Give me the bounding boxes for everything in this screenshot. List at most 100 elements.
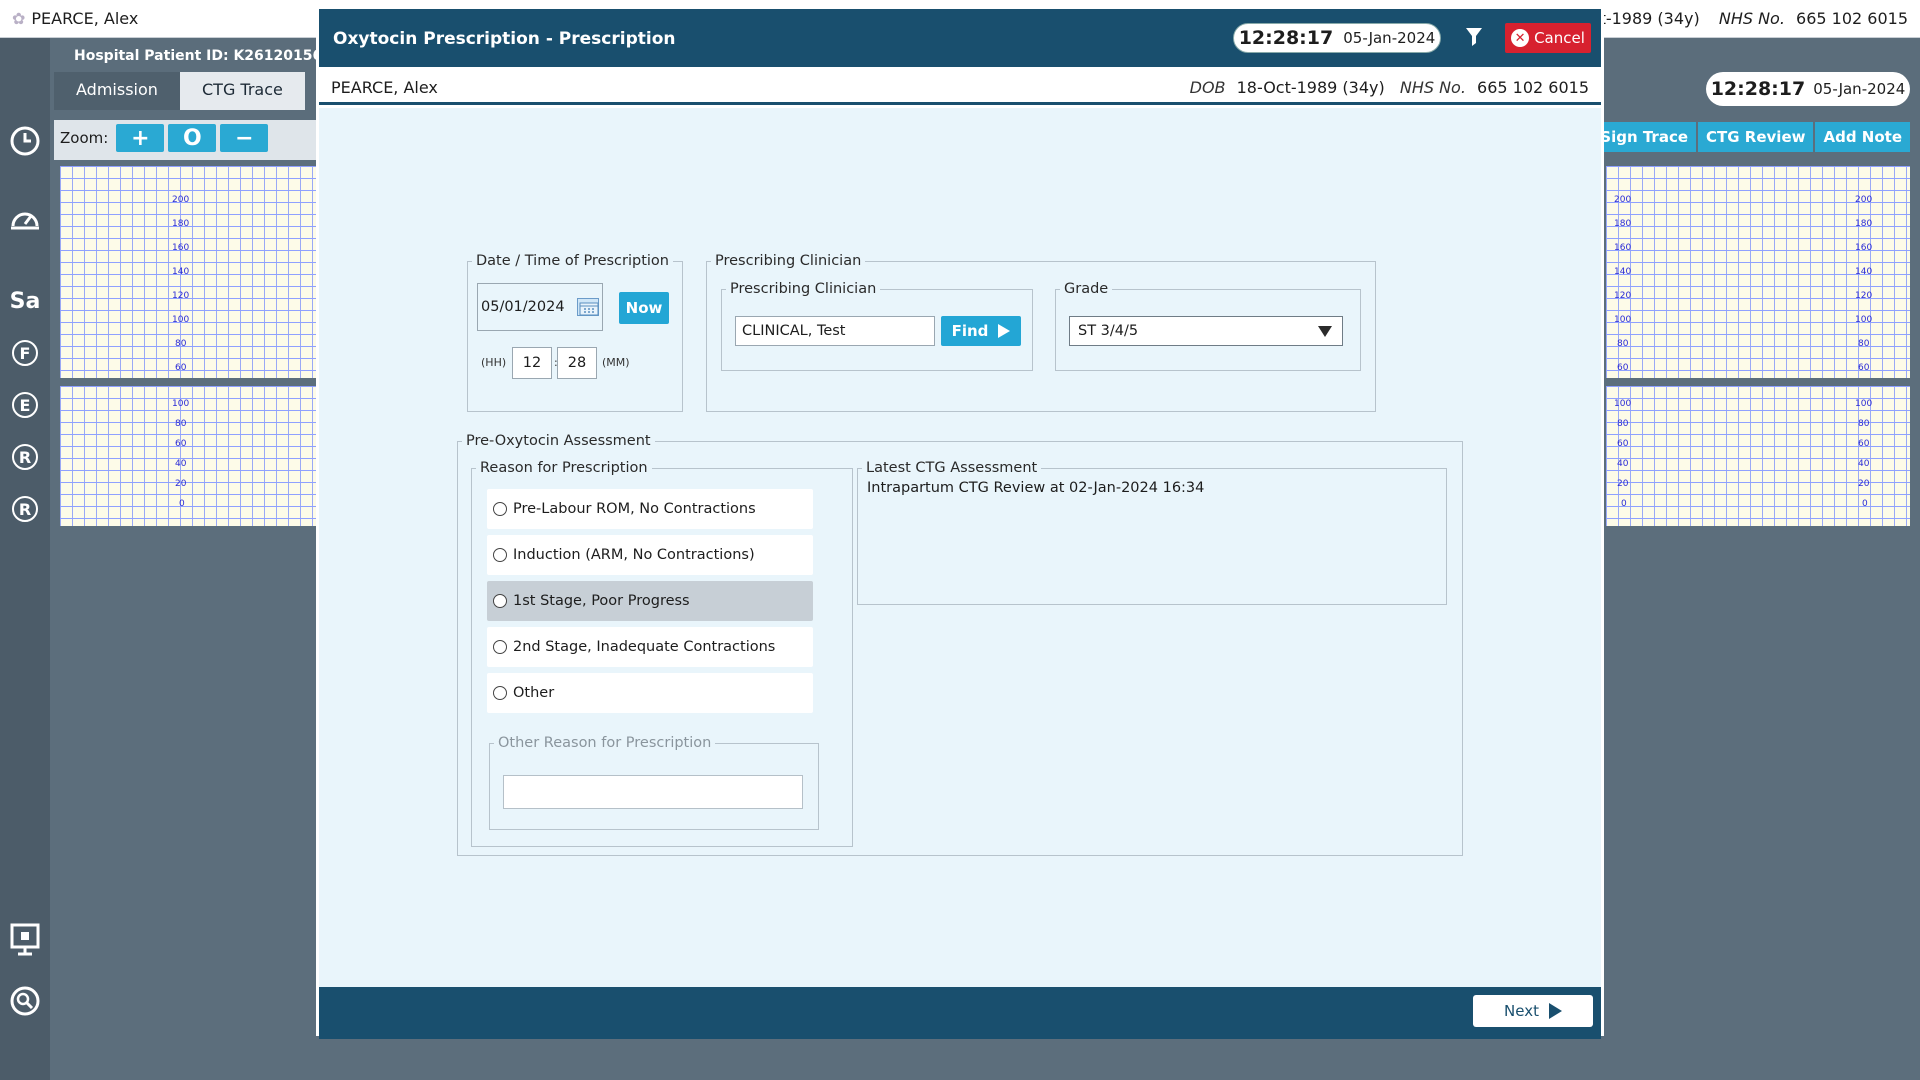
date-input[interactable]: 05/01/2024 — [481, 295, 565, 319]
toco-tick: 80 — [175, 419, 187, 429]
nhs-label: NHS No. — [1718, 9, 1785, 28]
pre-oxytocin-assessment-legend: Pre-Oxytocin Assessment — [466, 433, 651, 449]
fhr-tick: 100 — [1614, 315, 1632, 325]
sign-trace-button[interactable]: Sign Trace — [1592, 122, 1697, 152]
reason-option-label: 2nd Stage, Inadequate Contractions — [513, 639, 776, 655]
clinician-sub-legend: Prescribing Clinician — [730, 281, 877, 297]
oxytocin-prescription-dialog: Oxytocin Prescription - Prescription 12:… — [316, 6, 1604, 1039]
reason-option-second-stage[interactable]: 2nd Stage, Inadequate Contractions — [487, 627, 813, 667]
zoom-reset-button[interactable]: O — [168, 124, 217, 152]
rail-item-r2[interactable]: R — [6, 490, 44, 528]
fhr-tick: 180 — [1855, 219, 1873, 229]
fhr-tick: 120 — [1855, 291, 1873, 301]
dialog-title: Oxytocin Prescription - Prescription — [333, 29, 676, 49]
presentation-icon[interactable] — [6, 920, 44, 958]
toco-tick: 60 — [1858, 439, 1870, 449]
reason-option-label: 1st Stage, Poor Progress — [513, 593, 690, 609]
fhr-tick: 160 — [172, 243, 190, 253]
ctg-review-button[interactable]: CTG Review — [1698, 122, 1814, 152]
fhr-tick: 120 — [1614, 291, 1632, 301]
toco-tick: 60 — [1617, 439, 1629, 449]
zoom-out-button[interactable]: − — [220, 124, 269, 152]
cancel-button[interactable]: ✕ Cancel — [1505, 23, 1591, 53]
search-icon[interactable] — [6, 982, 44, 1020]
radio-button — [493, 686, 507, 700]
toco-tick: 80 — [1858, 419, 1870, 429]
grade-select[interactable]: ST 3/4/5 — [1069, 316, 1343, 346]
rail-item-r1-label: R — [12, 444, 38, 470]
fhr-tick: 140 — [1614, 267, 1632, 277]
now-button[interactable]: Now — [619, 292, 669, 324]
close-icon: ✕ — [1511, 29, 1530, 47]
filter-icon[interactable] — [1463, 27, 1485, 49]
toco-tick: 100 — [172, 399, 190, 409]
find-button[interactable]: Find — [941, 316, 1021, 346]
reason-option-label: Induction (ARM, No Contractions) — [513, 547, 755, 563]
fhr-tick: 140 — [172, 267, 190, 277]
date-time-fieldset: Date / Time of Prescription — [467, 253, 683, 412]
reason-option-induction[interactable]: Induction (ARM, No Contractions) — [487, 535, 813, 575]
find-label: Find — [951, 322, 989, 340]
toco-tick: 20 — [1617, 479, 1629, 489]
clinician-name-input[interactable]: CLINICAL, Test — [735, 316, 935, 346]
app-logo-icon: ✿ — [12, 9, 26, 28]
fhr-tick: 60 — [1858, 363, 1870, 373]
zoom-in-button[interactable]: + — [116, 124, 165, 152]
reason-option-label: Pre-Labour ROM, No Contractions — [513, 501, 756, 517]
tab-admission[interactable]: Admission — [54, 72, 180, 110]
zoom-controls: Zoom: + O − — [60, 124, 269, 152]
fhr-tick: 200 — [1614, 195, 1632, 205]
hh-label: (HH) — [481, 356, 507, 369]
fhr-tick: 160 — [1855, 243, 1873, 253]
dialog-body: Date / Time of Prescription 05/01/2024 N… — [319, 108, 1601, 987]
reason-option-first-stage[interactable]: 1st Stage, Poor Progress — [487, 581, 813, 621]
hour-input[interactable]: 12 — [512, 347, 552, 379]
ctg-actions: Sign Trace CTG Review Add Note — [1592, 122, 1910, 152]
dob-label: DOB — [1189, 78, 1226, 97]
clock-icon[interactable] — [6, 122, 44, 160]
rail-item-f[interactable]: F — [6, 334, 44, 372]
toco-tick: 60 — [175, 439, 187, 449]
fhr-tick: 100 — [172, 315, 190, 325]
radio-button — [493, 594, 507, 608]
fhr-tick: 160 — [1614, 243, 1632, 253]
reason-option-other[interactable]: Other — [487, 673, 813, 713]
rail-item-r1[interactable]: R — [6, 438, 44, 476]
left-rail: Sa F E R R — [0, 38, 50, 1080]
date-time-legend: Date / Time of Prescription — [476, 253, 669, 269]
grade-legend: Grade — [1064, 281, 1109, 297]
reason-option-prelabour-rom[interactable]: Pre-Labour ROM, No Contractions — [487, 489, 813, 529]
fhr-tick: 180 — [1614, 219, 1632, 229]
radio-button — [493, 640, 507, 654]
fhr-tick: 80 — [175, 339, 187, 349]
toco-tick: 100 — [1614, 399, 1632, 409]
toco-tick: 0 — [179, 499, 185, 509]
dialog-patient-name: PEARCE, Alex — [331, 78, 438, 97]
toco-tick: 40 — [1858, 459, 1870, 469]
next-button[interactable]: Next — [1473, 995, 1593, 1027]
nhs-label: NHS No. — [1399, 78, 1466, 97]
add-note-button[interactable]: Add Note — [1815, 122, 1910, 152]
other-reason-legend: Other Reason for Prescription — [498, 735, 712, 751]
dob-value: 18-Oct-1989 (34y) — [1236, 78, 1385, 97]
minute-input[interactable]: 28 — [557, 347, 597, 379]
rail-item-e[interactable]: E — [6, 386, 44, 424]
fhr-tick: 60 — [1617, 363, 1629, 373]
toco-tick: 40 — [175, 459, 187, 469]
fhr-tick: 100 — [1855, 315, 1873, 325]
chevron-down-icon — [1318, 326, 1332, 337]
calendar-icon[interactable] — [577, 298, 599, 316]
dialog-clock-time: 12:28:17 — [1238, 27, 1334, 49]
rail-item-sa[interactable]: Sa — [6, 282, 44, 320]
reason-option-label: Other — [513, 685, 555, 701]
tab-ctg-trace[interactable]: CTG Trace — [180, 72, 305, 110]
other-reason-input[interactable] — [503, 775, 803, 809]
cancel-label: Cancel — [1534, 29, 1585, 47]
latest-ctg-legend: Latest CTG Assessment — [866, 460, 1038, 476]
gauge-icon[interactable] — [6, 200, 44, 238]
fhr-tick: 80 — [1617, 339, 1629, 349]
dialog-patient-details: DOB 18-Oct-1989 (34y) NHS No. 665 102 60… — [1180, 78, 1589, 97]
app-clock-date: 05-Jan-2024 — [1813, 80, 1906, 98]
dialog-clock-date: 05-Jan-2024 — [1343, 29, 1436, 47]
toco-tick: 40 — [1617, 459, 1629, 469]
